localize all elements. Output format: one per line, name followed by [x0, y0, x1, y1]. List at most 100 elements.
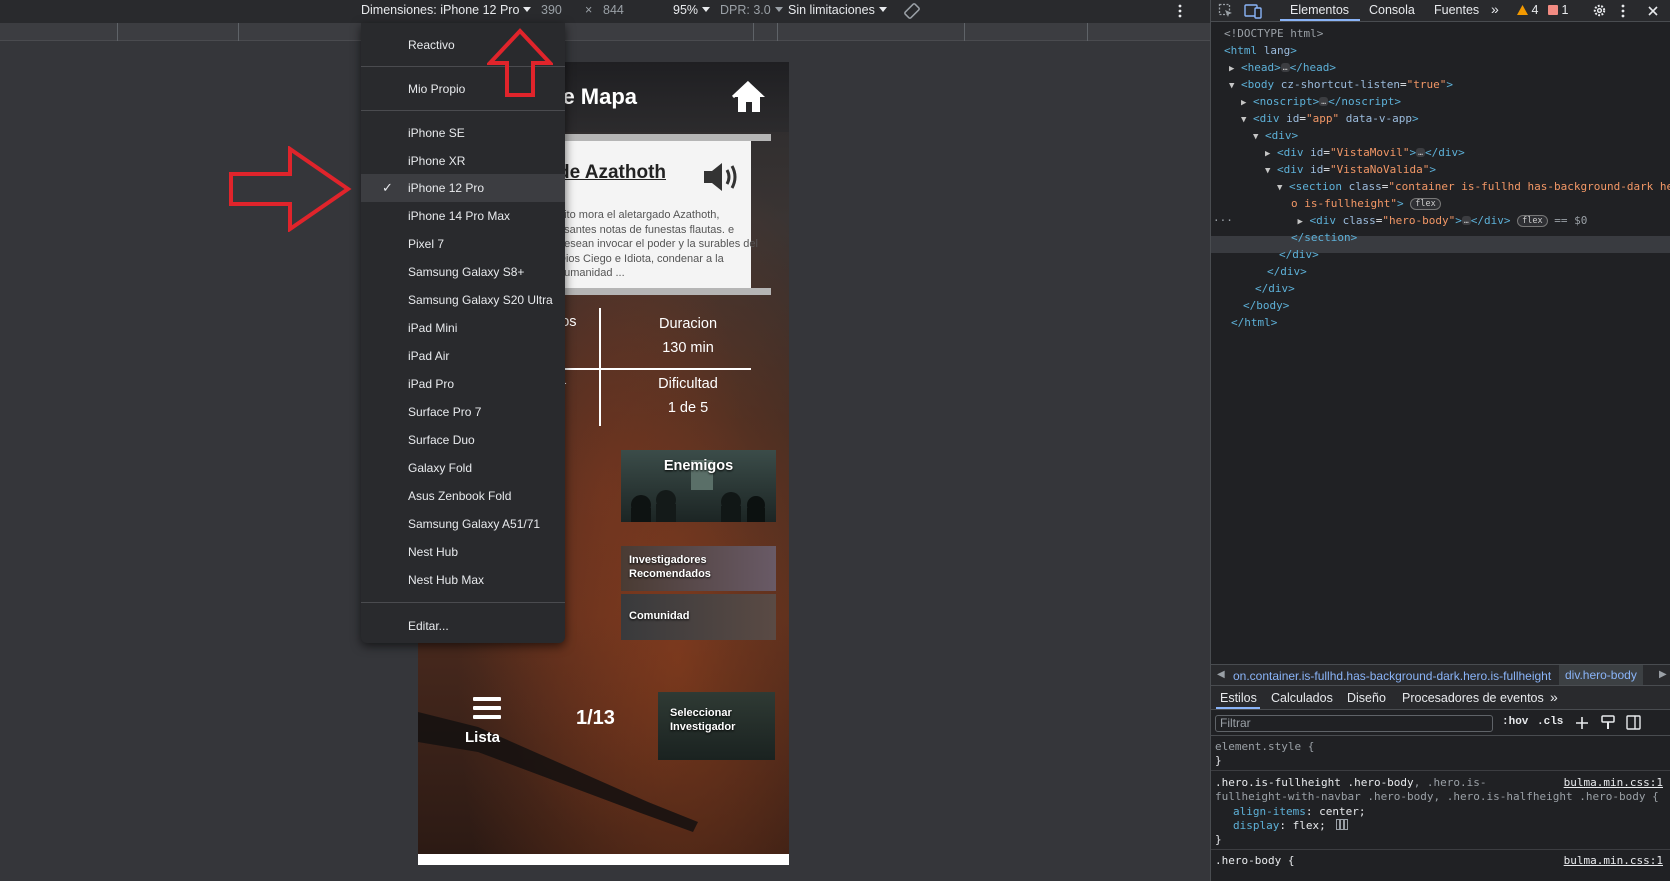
hero-body-rule-selector[interactable]: .hero-body { — [1215, 854, 1294, 868]
speaker-icon[interactable] — [702, 160, 742, 194]
warnings-badge[interactable]: 4 — [1517, 3, 1538, 17]
dom-line-hero-body[interactable]: ··· ▶ <div class="hero-body">… </div> fle… — [1213, 214, 1587, 229]
tab-diseno[interactable]: Diseño — [1347, 691, 1386, 705]
rule-divider — [1211, 770, 1670, 771]
close-icon[interactable] — [1647, 5, 1659, 17]
menu-item-galaxy-a51[interactable]: Samsung Galaxy A51/71 — [361, 510, 565, 538]
dom-line-close-div[interactable]: </div> — [1267, 265, 1307, 279]
menu-item-nest-hub-max[interactable]: Nest Hub Max — [361, 566, 565, 594]
rifle-illustration — [418, 712, 698, 832]
seleccionar-investigador-button[interactable]: Seleccionar Investigador — [658, 692, 775, 760]
menu-item-surface-duo[interactable]: Surface Duo — [361, 426, 565, 454]
more-subtabs-chevron-icon[interactable]: » — [1550, 689, 1558, 705]
comunidad-button[interactable]: Comunidad — [621, 594, 776, 640]
menu-item-iphone-12-pro[interactable]: ✓ iPhone 12 Pro — [361, 174, 565, 202]
row-menu-dots[interactable]: ··· — [1213, 214, 1233, 227]
menu-item-galaxy-s8[interactable]: Samsung Galaxy S8+ — [361, 258, 565, 286]
rule-selector-matched: .hero-body { — [1215, 854, 1295, 867]
tag-name: div — [1259, 112, 1280, 125]
menu-item-ipad-mini[interactable]: iPad Mini — [361, 314, 565, 342]
add-style-rule-icon[interactable] — [1575, 716, 1589, 730]
dom-line-close-div[interactable]: </div> — [1255, 282, 1295, 296]
dom-line-app[interactable]: ▼ <div id="app" data-v-app> — [1241, 112, 1419, 127]
tab-elementos[interactable]: Elementos — [1290, 3, 1349, 17]
story-title[interactable]: de Azathoth — [558, 162, 666, 184]
dom-line-close-section[interactable]: </section> — [1291, 231, 1357, 245]
duration-label: Duracion — [658, 316, 718, 332]
gear-icon[interactable] — [1592, 3, 1607, 18]
dpr-dropdown[interactable]: DPR: 3.0 — [720, 3, 783, 17]
style-declaration[interactable]: display: flex; — [1233, 819, 1349, 833]
flex-badge[interactable]: flex — [1410, 198, 1441, 210]
menu-item-asus-zenbook-fold[interactable]: Asus Zenbook Fold — [361, 482, 565, 510]
collapsed-ellipsis[interactable]: … — [1280, 63, 1290, 72]
tab-estilos[interactable]: Estilos — [1220, 691, 1257, 705]
dom-line-close-div[interactable]: </div> — [1279, 248, 1319, 262]
menu-item-ipad-pro[interactable]: iPad Pro — [361, 370, 565, 398]
element-style-rule[interactable]: element.style { — [1215, 740, 1314, 754]
more-options-icon[interactable] — [1177, 3, 1183, 19]
toggle-sidebar-icon[interactable] — [1626, 715, 1641, 730]
tab-calculados[interactable]: Calculados — [1271, 691, 1333, 705]
lista-button[interactable]: Lista — [463, 697, 513, 757]
breadcrumb-scroll-left-icon[interactable]: ◀ — [1217, 669, 1225, 680]
breadcrumb-scroll-right-icon[interactable]: ▶ — [1659, 669, 1667, 680]
investigadores-button[interactable]: Investigadores Recomendados — [621, 546, 776, 591]
dom-line-close-body[interactable]: </body> — [1243, 299, 1289, 313]
dom-line-close-html[interactable]: </html> — [1231, 316, 1277, 330]
dom-line-noscript[interactable]: ▶ <noscript>… </noscript> — [1241, 95, 1401, 110]
menu-item-editar[interactable]: Editar... — [361, 612, 565, 640]
menu-item-ipad-air[interactable]: iPad Air — [361, 342, 565, 370]
dom-line-vistanovalida[interactable]: ▼ <div id="VistaNoValida"> — [1265, 163, 1436, 178]
inspect-element-icon[interactable] — [1218, 3, 1234, 19]
menu-item-iphone-se[interactable]: iPhone SE — [361, 119, 565, 147]
dom-line-body[interactable]: ▼ <body cz-shortcut-listen="true"> — [1229, 78, 1453, 93]
dom-line-doctype[interactable]: <!DOCTYPE html> — [1224, 27, 1323, 41]
rotate-icon[interactable] — [903, 2, 921, 20]
dimensions-dropdown[interactable]: Dimensiones: iPhone 12 Pro — [361, 3, 532, 17]
zoom-dropdown[interactable]: 95% — [673, 3, 711, 17]
height-input[interactable]: 844 — [603, 3, 624, 17]
breadcrumb-item-section[interactable]: on.container.is-fullhd.has-background-da… — [1233, 669, 1551, 683]
dom-line-div[interactable]: ▼ <div> — [1253, 129, 1298, 144]
dom-line-section[interactable]: ▼ <section class="container is-fullhd ha… — [1277, 180, 1670, 195]
stylesheet-source-link[interactable]: bulma.min.css:1 — [1564, 776, 1663, 789]
hero-fullheight-rule-selector[interactable]: .hero.is-fullheight .hero-body, .hero.is… — [1215, 776, 1487, 790]
dimension-times-sign: × — [585, 3, 593, 17]
flex-badge[interactable]: flex — [1517, 215, 1548, 227]
chevron-down-icon — [774, 7, 783, 12]
flexbox-editor-icon[interactable] — [1336, 819, 1349, 830]
dom-line-vistamovil[interactable]: ▶ <div id="VistaMovil">… </div> — [1265, 146, 1465, 161]
tab-consola[interactable]: Consola — [1369, 3, 1415, 17]
menu-item-pixel-7[interactable]: Pixel 7 — [361, 230, 565, 258]
menu-item-surface-pro-7[interactable]: Surface Pro 7 — [361, 398, 565, 426]
enemigos-button[interactable]: Enemigos — [621, 450, 776, 522]
stylesheet-source-link[interactable]: bulma.min.css:1 — [1564, 854, 1663, 867]
device-toolbar-toggle-icon[interactable] — [1244, 3, 1262, 19]
hov-toggle[interactable]: :hov — [1502, 716, 1528, 728]
dom-line-html[interactable]: <html lang> — [1224, 44, 1297, 58]
collapsed-ellipsis[interactable]: … — [1461, 216, 1471, 225]
collapsed-ellipsis[interactable]: … — [1416, 148, 1425, 157]
more-tabs-chevron-icon[interactable]: » — [1491, 1, 1499, 17]
throttle-dropdown[interactable]: Sin limitaciones — [788, 3, 887, 17]
tab-fuentes[interactable]: Fuentes — [1434, 3, 1479, 17]
menu-item-label: Nest Hub — [408, 545, 459, 559]
cls-toggle[interactable]: .cls — [1537, 716, 1563, 728]
menu-item-nest-hub[interactable]: Nest Hub — [361, 538, 565, 566]
menu-item-iphone-14-pro-max[interactable]: iPhone 14 Pro Max — [361, 202, 565, 230]
errors-badge[interactable]: 1 — [1548, 3, 1568, 17]
dom-line-head[interactable]: ▶ <head>… </head> — [1229, 61, 1336, 76]
menu-item-iphone-xr[interactable]: iPhone XR — [361, 147, 565, 175]
menu-item-galaxy-fold[interactable]: Galaxy Fold — [361, 454, 565, 482]
style-declaration[interactable]: align-items: center; — [1233, 805, 1365, 819]
styles-filter-input[interactable]: Filtrar — [1215, 715, 1493, 732]
tab-procesadores-de-eventos[interactable]: Procesadores de eventos — [1402, 691, 1544, 705]
menu-item-galaxy-s20-ultra[interactable]: Samsung Galaxy S20 Ultra — [361, 286, 565, 314]
breadcrumb-item-hero-body[interactable]: div.hero-body — [1559, 665, 1643, 685]
devtools-menu-icon[interactable] — [1620, 3, 1626, 19]
width-input[interactable]: 390 — [541, 3, 562, 17]
home-icon[interactable] — [731, 80, 767, 114]
collapsed-ellipsis[interactable]: … — [1319, 97, 1329, 106]
paint-brush-icon[interactable] — [1601, 715, 1615, 730]
